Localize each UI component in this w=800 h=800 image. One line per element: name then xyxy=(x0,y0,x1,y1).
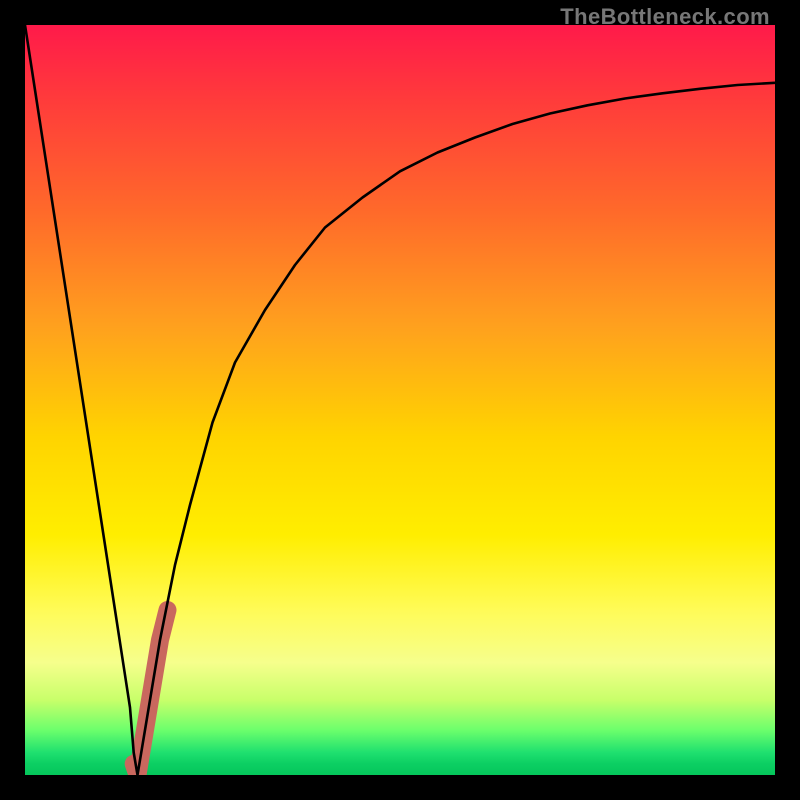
curve-overlay xyxy=(25,25,775,775)
highlight-segment xyxy=(134,610,168,775)
bottleneck-curve xyxy=(25,25,775,775)
plot-area xyxy=(25,25,775,775)
chart-canvas: TheBottleneck.com xyxy=(0,0,800,800)
